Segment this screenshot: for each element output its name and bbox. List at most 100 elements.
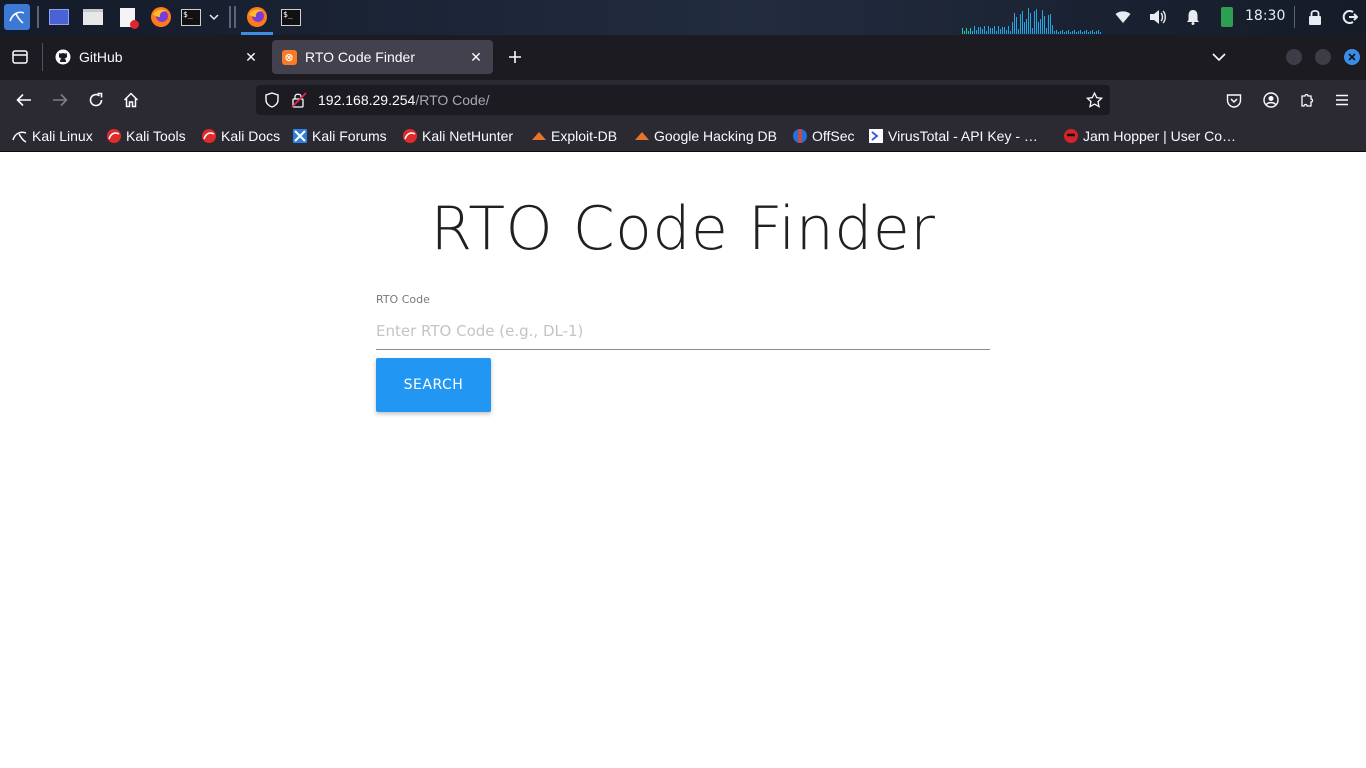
spectrum-bar: [1084, 31, 1085, 34]
insecure-lock-icon[interactable]: [287, 88, 311, 112]
spectrum-bar: [1092, 30, 1093, 34]
spectrum-bar: [1034, 11, 1035, 34]
battery-icon[interactable]: [1219, 5, 1235, 29]
offsec-icon: [792, 128, 808, 144]
firefox-view-icon[interactable]: [10, 47, 30, 67]
xampp-icon: ⊗: [281, 49, 297, 65]
spectrum-bar: [1020, 14, 1021, 34]
spectrum-bar: [992, 28, 993, 34]
bookmark-kali-tools[interactable]: Kali Tools: [106, 127, 186, 145]
spectrum-bar: [1070, 32, 1071, 34]
spectrum-bar: [1000, 29, 1001, 34]
taskbar-separator: [229, 6, 231, 28]
spectrum-bar: [1022, 11, 1023, 34]
spectrum-bar: [1024, 22, 1025, 34]
bookmark-virustotal[interactable]: VirusTotal - API Key - …: [868, 127, 1038, 145]
kali-menu-icon[interactable]: [4, 4, 30, 30]
workspace-icon[interactable]: [48, 5, 70, 29]
chevron-down-icon[interactable]: [207, 5, 221, 29]
spectrum-bar: [1066, 31, 1067, 34]
bookmark-star-icon[interactable]: [1082, 88, 1106, 112]
taskbar-separator: [1294, 6, 1295, 28]
spectrum-bar: [1046, 28, 1047, 34]
spectrum-bar: [1082, 32, 1083, 34]
taskbar-separator: [234, 6, 236, 28]
text-editor-icon[interactable]: [116, 5, 139, 29]
bookmark-jam-hopper[interactable]: Jam Hopper | User Co…: [1063, 127, 1236, 145]
spectrum-bar: [1042, 10, 1043, 34]
tab-github[interactable]: GitHub ✕: [46, 40, 268, 74]
spectrum-bar: [1016, 17, 1017, 34]
spectrum-bar: [1052, 25, 1053, 34]
spectrum-bar: [982, 29, 983, 34]
spectrum-bar: [1002, 27, 1003, 34]
account-icon[interactable]: [1259, 88, 1283, 112]
spectrum-bar: [1038, 22, 1039, 34]
spectrum-bar: [1050, 14, 1051, 34]
firefox-window-icon[interactable]: [245, 5, 269, 29]
home-button[interactable]: [119, 88, 143, 112]
maximize-window-button[interactable]: [1315, 49, 1331, 65]
bookmark-kali-linux[interactable]: Kali Linux: [12, 127, 93, 145]
bookmark-offsec[interactable]: OffSec: [792, 127, 855, 145]
spectrum-bar: [986, 31, 987, 34]
volume-icon[interactable]: [1147, 5, 1169, 29]
url-text[interactable]: 192.168.29.254/RTO Code/: [318, 92, 490, 108]
close-tab-icon[interactable]: ✕: [242, 48, 260, 66]
extensions-icon[interactable]: [1295, 88, 1319, 112]
terminal-icon[interactable]: $_: [180, 5, 202, 29]
kali-docs-icon: [201, 128, 217, 144]
spectrum-bar: [1086, 30, 1087, 34]
hamburger-menu-icon[interactable]: [1330, 88, 1354, 112]
bookmark-kali-nethunter[interactable]: Kali NetHunter: [402, 127, 513, 145]
notification-bell-icon[interactable]: [1183, 5, 1203, 29]
file-manager-icon[interactable]: [82, 5, 104, 29]
spectrum-bar: [976, 30, 977, 34]
bookmark-exploit-db[interactable]: Exploit-DB: [531, 127, 617, 145]
spectrum-bar: [974, 26, 975, 34]
pocket-icon[interactable]: [1222, 88, 1246, 112]
new-tab-icon[interactable]: [505, 45, 525, 69]
spectrum-bar: [978, 27, 979, 34]
ghdb-icon: [634, 128, 650, 144]
rto-code-label: RTO Code: [376, 293, 430, 306]
lock-icon[interactable]: [1306, 5, 1324, 29]
spectrum-bar: [1048, 15, 1049, 34]
address-bar[interactable]: 192.168.29.254/RTO Code/: [256, 85, 1110, 115]
jam-hopper-icon: [1063, 128, 1079, 144]
bookmark-google-hacking-db[interactable]: Google Hacking DB: [634, 127, 777, 145]
bookmark-kali-forums[interactable]: Kali Forums: [292, 127, 387, 145]
clock[interactable]: 18:30: [1245, 8, 1285, 24]
minimize-window-button[interactable]: [1286, 49, 1302, 65]
kali-tools-icon: [106, 128, 122, 144]
forward-button[interactable]: [48, 88, 72, 112]
spectrum-bar: [1074, 30, 1075, 34]
spectrum-bar: [1068, 30, 1069, 34]
url-host: 192.168.29.254: [318, 92, 416, 108]
list-all-tabs-icon[interactable]: [1208, 45, 1230, 69]
spectrum-bar: [1010, 31, 1011, 34]
search-button[interactable]: SEARCH: [376, 358, 491, 412]
spectrum-bar: [1054, 31, 1055, 34]
firefox-icon[interactable]: [149, 5, 173, 29]
wifi-icon[interactable]: [1113, 5, 1133, 29]
terminal-window-icon[interactable]: $_: [280, 5, 302, 29]
spectrum-bar: [1012, 22, 1013, 34]
spectrum-bar: [990, 28, 991, 34]
virustotal-icon: [868, 128, 884, 144]
spectrum-bar: [988, 26, 989, 34]
tab-rto-code-finder[interactable]: ⊗ RTO Code Finder ✕: [272, 40, 493, 74]
spectrum-bar: [966, 28, 967, 34]
spectrum-bar: [1056, 30, 1057, 34]
spectrum-bar: [1080, 30, 1081, 34]
close-window-button[interactable]: [1344, 49, 1360, 65]
tracking-protection-shield-icon[interactable]: [260, 88, 284, 112]
rto-code-input[interactable]: [376, 312, 990, 350]
back-button[interactable]: [12, 88, 36, 112]
spectrum-bar: [1100, 32, 1101, 34]
logout-icon[interactable]: [1340, 5, 1360, 29]
bookmark-kali-docs[interactable]: Kali Docs: [201, 127, 280, 145]
reload-button[interactable]: [84, 88, 108, 112]
close-tab-icon[interactable]: ✕: [467, 48, 485, 66]
spectrum-bar: [1006, 30, 1007, 34]
